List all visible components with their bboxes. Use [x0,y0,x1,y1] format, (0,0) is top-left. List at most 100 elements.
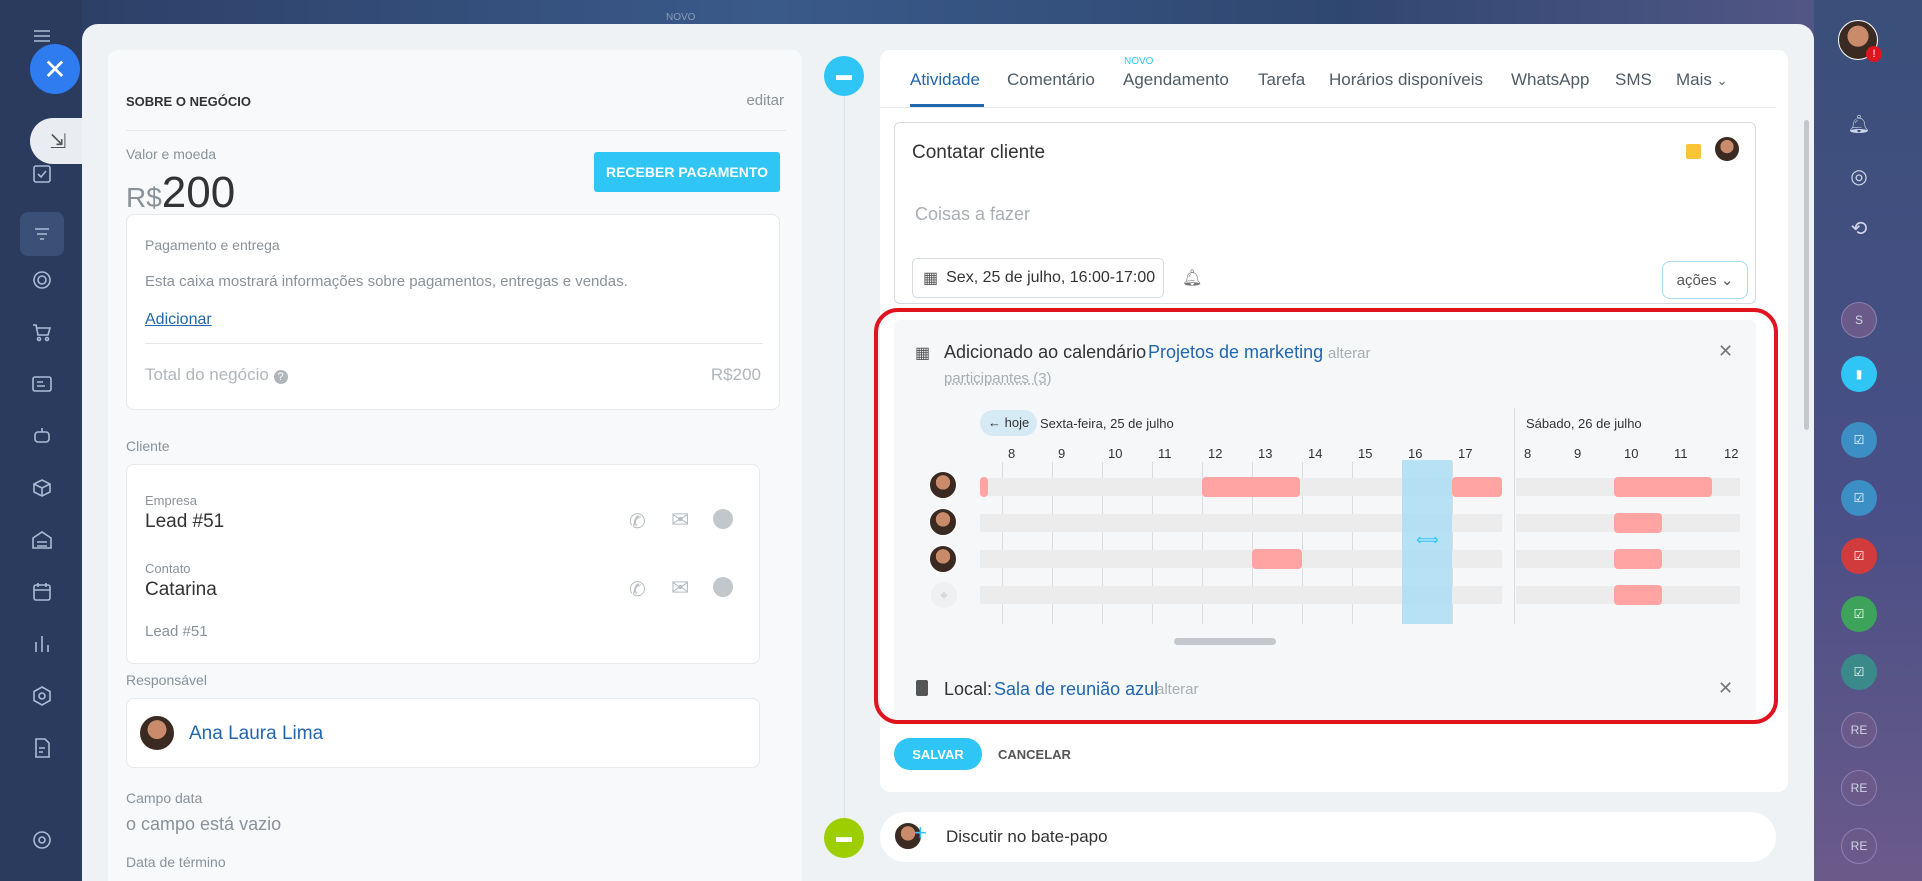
busy-slot [1614,549,1662,569]
calendar-name-link[interactable]: Projetos de marketing [1148,342,1323,363]
comment-timeline-icon: ▬ [824,56,864,96]
today-button[interactable]: ← hoje [980,410,1038,436]
sync-icon[interactable]: ⟲ [1841,210,1877,246]
document-icon[interactable] [28,734,56,762]
resize-handle-icon[interactable]: ⟺ [1416,530,1439,550]
avatar-re[interactable]: RE [1841,712,1877,748]
client-card: Empresa Lead #51 Contato Catarina Lead #… [126,464,760,664]
busy-slot [1452,477,1502,497]
chevron-down-icon: ⌄ [1716,73,1728,88]
contact-sub: Lead #51 [145,623,208,640]
cancel-button[interactable]: CANCELAR [998,747,1071,762]
save-button[interactable]: SALVAR [894,738,982,770]
radar-icon[interactable]: ◎ [1841,158,1877,194]
payment-card: Pagamento e entrega Esta caixa mostrará … [126,214,780,410]
timeline-line [844,96,845,856]
location-pin-icon: ⌖ [931,582,957,608]
phone-icon[interactable]: ✆ [629,577,646,602]
crm-icon[interactable] [20,212,64,256]
divider [145,343,763,344]
warehouse-icon[interactable] [28,526,56,554]
tab-mais[interactable]: Mais ⌄ [1676,70,1728,90]
participant-avatar-3 [929,545,957,573]
hour-label: 9 [1058,446,1066,461]
support-icon[interactable] [28,826,56,854]
hour-label: 8 [1008,446,1016,461]
reminder-bell-icon[interactable]: 🔔︎ [1182,268,1202,288]
receive-payment-button[interactable]: RECEBER PAGAMENTO [594,152,780,192]
tab-atividade[interactable]: Atividade [910,70,980,90]
actions-button[interactable]: ações ⌄ [1662,261,1748,299]
section-title: SOBRE O NEGÓCIO [126,94,251,109]
busy-slot [1252,549,1302,569]
busy-slot [1614,585,1662,605]
panel-scrollbar[interactable] [1804,120,1809,430]
responsible-name[interactable]: Ana Laura Lima [189,723,323,745]
avatar-re[interactable]: RE [1841,770,1877,806]
calendar-change-link[interactable]: alterar [1328,345,1371,362]
avatar-re[interactable]: RE [1841,828,1877,864]
avatar-s[interactable]: S [1841,302,1877,338]
location-label: Local: [944,679,993,699]
tab-tarefa[interactable]: Tarefa [1258,70,1305,90]
settings-icon[interactable] [28,682,56,710]
task-description-input[interactable]: Coisas a fazer [915,204,1030,225]
target-icon[interactable] [28,266,56,294]
tab-horarios[interactable]: Horários disponíveis [1329,70,1483,90]
color-marker[interactable] [1686,144,1701,159]
tab-comentario[interactable]: Comentário [1007,70,1095,90]
location-name-link[interactable]: Sala de reunião azul [994,679,1158,700]
task-icon[interactable]: ☑ [1841,654,1877,690]
responsible-avatar[interactable] [1714,136,1740,162]
robot-icon[interactable] [28,422,56,450]
location-change-link[interactable]: alterar [1156,681,1199,698]
close-calendar-icon[interactable]: ✕ [1718,341,1733,362]
tab-whatsapp[interactable]: WhatsApp [1511,70,1589,90]
hour-label: 14 [1308,446,1323,461]
discuss-label: Discutir no bate-papo [946,827,1108,846]
contacts-icon[interactable] [28,370,56,398]
box-icon[interactable] [28,474,56,502]
responsible-label: Responsável [126,672,207,688]
phone-icon[interactable]: ✆ [629,509,646,534]
day2-label: Sábado, 26 de julho [1526,416,1642,431]
grid-scrollbar[interactable] [1174,638,1276,645]
participants-link[interactable]: participantes (3) [944,370,1052,387]
task-icon[interactable]: ☑ [1841,538,1877,574]
bell-icon[interactable]: 🔔︎ [1841,106,1877,142]
contact-label: Contato [145,561,191,576]
task-icon[interactable]: ☑ [1841,422,1877,458]
calendar-icon[interactable] [28,578,56,606]
datetime-picker[interactable]: ▦ Sex, 25 de julho, 16:00-17:00 [912,258,1164,298]
close-button[interactable]: ✕ [30,44,80,94]
company-name[interactable]: Lead #51 [145,511,224,533]
tab-sms[interactable]: SMS [1615,70,1652,90]
task-title[interactable]: Contatar cliente [912,142,1045,164]
hour-label: 15 [1358,446,1373,461]
location-icon [916,680,928,696]
mail-icon[interactable]: ✉ [671,575,689,601]
hour-label: 8 [1524,446,1532,461]
date-field-label: Campo data [126,790,203,806]
chat-icon[interactable] [713,577,733,597]
contact-name[interactable]: Catarina [145,579,217,601]
cart-icon[interactable] [28,318,56,346]
add-link[interactable]: Adicionar [145,311,212,329]
chat-icon[interactable] [713,509,733,529]
tasks-icon[interactable] [28,160,56,188]
edit-link[interactable]: editar [746,92,784,109]
close-location-icon[interactable]: ✕ [1718,678,1733,699]
tab-agendamento[interactable]: Agendamento [1123,70,1229,90]
analytics-icon[interactable] [28,630,56,658]
help-icon[interactable]: ? [273,370,288,384]
hour-label: 12 [1208,446,1223,461]
chevron-down-icon: ⌄ [1720,272,1734,289]
bookmark-icon[interactable]: ▮ [1841,356,1877,392]
task-icon[interactable]: ☑ [1841,596,1877,632]
total-value: R$200 [710,365,761,384]
minimize-button[interactable]: ⇲ [30,118,86,164]
amount-value: 200 [161,168,236,217]
mail-icon[interactable]: ✉ [671,507,689,533]
add-participant-icon[interactable]: + [914,820,927,846]
task-icon[interactable]: ☑ [1841,480,1877,516]
